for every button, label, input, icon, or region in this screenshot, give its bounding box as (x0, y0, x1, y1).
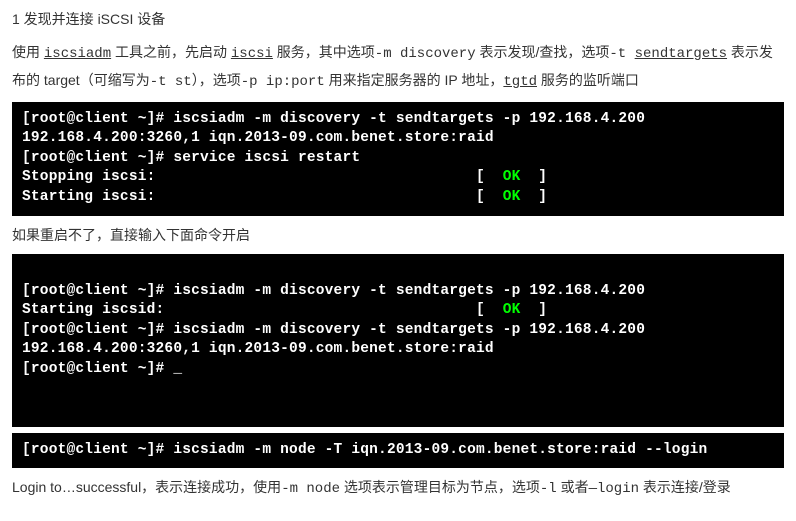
terminal-block-1: [root@client ~]# iscsiadm -m discovery -… (12, 102, 784, 216)
term-line: 192.168.4.200:3260,1 iqn.2013-09.com.ben… (22, 130, 494, 146)
text: ），选项 (192, 72, 241, 88)
opt-p-ipport: -p ip:port (241, 74, 325, 90)
text: 工具之前，先启动 (111, 44, 231, 60)
term-line (22, 263, 31, 279)
status-ok: OK (503, 189, 521, 205)
text: 表示连接/登录 (639, 479, 731, 495)
opt-m-discovery: -m discovery (375, 46, 476, 62)
opt-m-node: -m node (281, 481, 340, 497)
intro-paragraph: 使用 iscsiadm 工具之前，先启动 iscsi 服务，其中选项-m dis… (12, 39, 784, 96)
status-ok: OK (503, 302, 521, 318)
text: Login to…successful，表示连接成功，使用 (12, 479, 281, 495)
cmd-iscsiadm: iscsiadm (44, 46, 111, 62)
cmd-iscsi: iscsi (231, 46, 273, 62)
text: 服务，其中选项 (273, 44, 375, 60)
terminal-block-3: [root@client ~]# iscsiadm -m node -T iqn… (12, 433, 784, 469)
term-line: [root@client ~]# iscsiadm -m discovery -… (22, 283, 645, 299)
term-line: Stopping iscsi: [ (22, 169, 503, 185)
term-line: [root@client ~]# iscsiadm -m node -T iqn… (22, 442, 707, 458)
term-line: ] (521, 302, 548, 318)
term-line: 192.168.4.200:3260,1 iqn.2013-09.com.ben… (22, 341, 494, 357)
opt-t-st: -t st (150, 74, 192, 90)
term-line: [root@client ~]# iscsiadm -m discovery -… (22, 322, 645, 338)
term-line: [root@client ~]# iscsiadm -m discovery -… (22, 111, 645, 127)
text: 表示发现/查找，选项 (476, 44, 610, 60)
terminal-block-2: [root@client ~]# iscsiadm -m discovery -… (12, 254, 784, 427)
status-ok: OK (503, 169, 521, 185)
text: 服务的监听端口 (537, 72, 639, 88)
term-line: [root@client ~]# service iscsi restart (22, 150, 360, 166)
term-line: ] (521, 169, 548, 185)
opt-t: -t (609, 46, 634, 62)
text: 用来指定服务器的 IP 地址， (325, 72, 504, 88)
footer-paragraph: Login to…successful，表示连接成功，使用-m node 选项表… (12, 474, 784, 503)
term-line: [root@client ~]# _ (22, 361, 182, 377)
text: 或者 (557, 479, 589, 495)
section-heading: 1 发现并连接 iSCSI 设备 (12, 6, 784, 33)
text: 使用 (12, 44, 44, 60)
svc-tgtd: tgtd (503, 74, 537, 90)
term-line: Starting iscsid: [ (22, 302, 503, 318)
opt-sendtargets: sendtargets (635, 46, 727, 62)
term-line: ] (521, 189, 548, 205)
opt-login: —login (589, 481, 639, 497)
term-line (22, 381, 31, 397)
mid-note: 如果重启不了，直接输入下面命令开启 (12, 222, 784, 249)
term-line: Starting iscsi: [ (22, 189, 503, 205)
term-line (22, 400, 31, 416)
opt-l: -l (540, 481, 557, 497)
text: 选项表示管理目标为节点，选项 (340, 479, 540, 495)
